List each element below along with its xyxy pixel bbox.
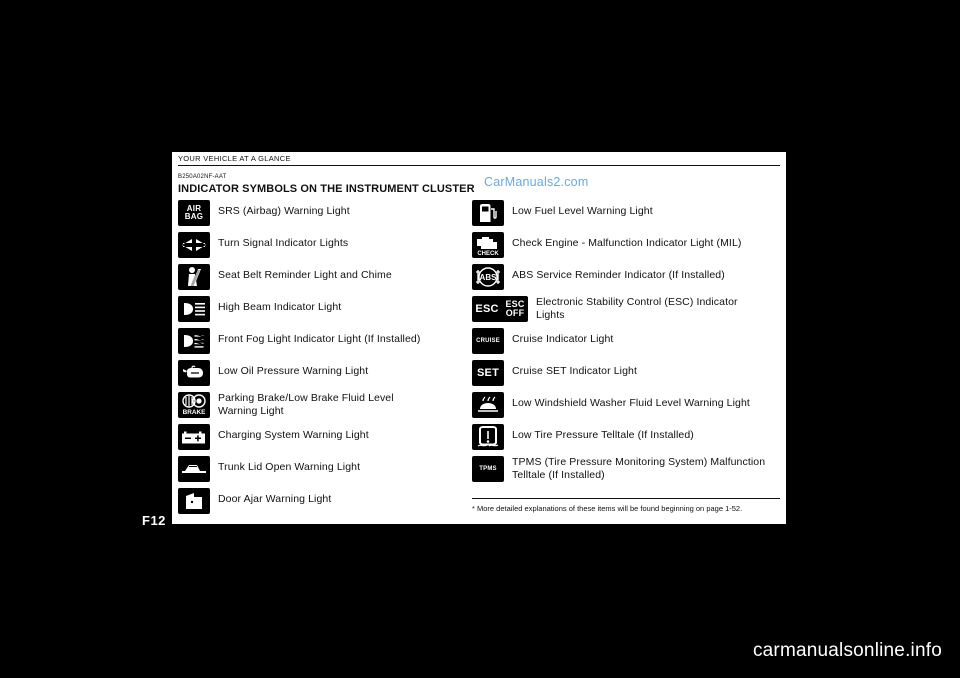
- symbol-label: ABS Service Reminder Indicator (If Insta…: [512, 269, 725, 281]
- cruise-set-icon: SET: [472, 360, 504, 386]
- symbol-label: Door Ajar Warning Light: [218, 493, 332, 505]
- esc-label: ESC: [475, 302, 499, 315]
- list-item: Low Tire Pressure Telltale (If Installed…: [472, 424, 782, 450]
- symbol-label-line1: Parking Brake/Low Brake Fluid Level Warn…: [218, 392, 394, 417]
- battery-icon: [178, 424, 210, 450]
- symbol-label: Low Oil Pressure Warning Light: [218, 365, 369, 377]
- trunk-lid-icon: [178, 456, 210, 482]
- site-brand: carmanualsonline.info: [752, 640, 942, 661]
- list-item: Door Ajar Warning Light: [178, 488, 478, 514]
- svg-text:ABS: ABS: [480, 273, 498, 282]
- list-item: TPMS TPMS (Tire Pressure Monitoring Syst…: [472, 456, 782, 482]
- symbol-label: Trunk Lid Open Warning Light: [218, 461, 361, 473]
- oil-pressure-icon: [178, 360, 210, 386]
- footnote-divider: [472, 498, 780, 499]
- front-fog-light-icon: [178, 328, 210, 354]
- symbol-label: Cruise SET Indicator Light: [512, 365, 637, 377]
- tire-pressure-icon: [472, 424, 504, 450]
- check-engine-icon: CHECK: [472, 232, 504, 258]
- svg-text:BRAKE: BRAKE: [183, 409, 206, 416]
- list-item: Front Fog Light Indicator Light (If Inst…: [178, 328, 478, 354]
- list-item: Seat Belt Reminder Light and Chime: [178, 264, 478, 290]
- symbol-label: Cruise Indicator Light: [512, 333, 614, 345]
- list-item: BRAKE Parking Brake/Low Brake Fluid Leve…: [178, 392, 478, 418]
- symbol-label: Electronic Stability Control (ESC) Indic…: [536, 296, 738, 321]
- manual-page: YOUR VEHICLE AT A GLANCE B250A02NF-AAT I…: [172, 152, 786, 524]
- watermark: CarManuals2.com: [484, 175, 589, 189]
- list-item: Low Windshield Washer Fluid Level Warnin…: [472, 392, 782, 418]
- right-symbol-list: Low Fuel Level Warning Light CHECK Check…: [472, 200, 782, 488]
- left-symbol-list: AIR BAG SRS (Airbag) Warning Light Turn S…: [178, 200, 478, 520]
- symbol-label: Seat Belt Reminder Light and Chime: [218, 269, 392, 281]
- symbol-label: High Beam Indicator Light: [218, 301, 342, 313]
- list-item: SET Cruise SET Indicator Light: [472, 360, 782, 386]
- symbol-label: Low Windshield Washer Fluid Level Warnin…: [512, 397, 750, 409]
- high-beam-icon: [178, 296, 210, 322]
- page-title: INDICATOR SYMBOLS ON THE INSTRUMENT CLUS…: [178, 183, 475, 195]
- door-ajar-icon: [178, 488, 210, 514]
- cruise-icon: CRUISE: [472, 328, 504, 354]
- list-item: Low Oil Pressure Warning Light: [178, 360, 478, 386]
- list-item: CHECK Check Engine - Malfunction Indicat…: [472, 232, 782, 258]
- list-item: High Beam Indicator Light: [178, 296, 478, 322]
- list-item: CRUISE Cruise Indicator Light: [472, 328, 782, 354]
- washer-fluid-icon: [472, 392, 504, 418]
- list-item: Charging System Warning Light: [178, 424, 478, 450]
- symbol-label: TPMS (Tire Pressure Monitoring System) M…: [512, 456, 766, 481]
- svg-text:CHECK: CHECK: [477, 251, 499, 257]
- list-item: ABS ABS Service Reminder Indicator (If I…: [472, 264, 782, 290]
- airbag-icon: AIR BAG: [178, 200, 210, 226]
- symbol-label: Front Fog Light Indicator Light (If Inst…: [218, 333, 421, 345]
- symbol-label: Low Fuel Level Warning Light: [512, 205, 653, 217]
- parking-brake-icon: BRAKE: [178, 392, 210, 418]
- seat-belt-icon: [178, 264, 210, 290]
- list-item: Turn Signal Indicator Lights: [178, 232, 478, 258]
- footnote: * More detailed explanations of these it…: [472, 504, 743, 513]
- list-item: Low Fuel Level Warning Light: [472, 200, 782, 226]
- symbol-label: Parking Brake/Low Brake Fluid Level Warn…: [210, 392, 394, 418]
- symbol-label: Low Tire Pressure Telltale (If Installed…: [512, 429, 694, 441]
- list-item: AIR BAG SRS (Airbag) Warning Light: [178, 200, 478, 226]
- page-number: F12: [142, 513, 166, 528]
- header-divider: [178, 165, 780, 166]
- symbol-label: Charging System Warning Light: [218, 429, 369, 441]
- fuel-pump-icon: [472, 200, 504, 226]
- section-header: YOUR VEHICLE AT A GLANCE: [178, 154, 291, 163]
- tpms-icon: TPMS: [472, 456, 504, 482]
- esc-off-label: ESC OFF: [505, 298, 525, 318]
- symbol-label: Turn Signal Indicator Lights: [218, 237, 349, 249]
- list-item: ESC ESC OFF Electronic Stability Control …: [472, 296, 782, 322]
- symbol-label: SRS (Airbag) Warning Light: [218, 205, 350, 217]
- list-item: Trunk Lid Open Warning Light: [178, 456, 478, 482]
- turn-signal-icon: [178, 232, 210, 258]
- symbol-label: Check Engine - Malfunction Indicator Lig…: [512, 237, 742, 249]
- abs-icon: ABS: [472, 264, 504, 290]
- esc-icon: ESC ESC OFF: [472, 296, 528, 322]
- document-code: B250A02NF-AAT: [178, 174, 227, 180]
